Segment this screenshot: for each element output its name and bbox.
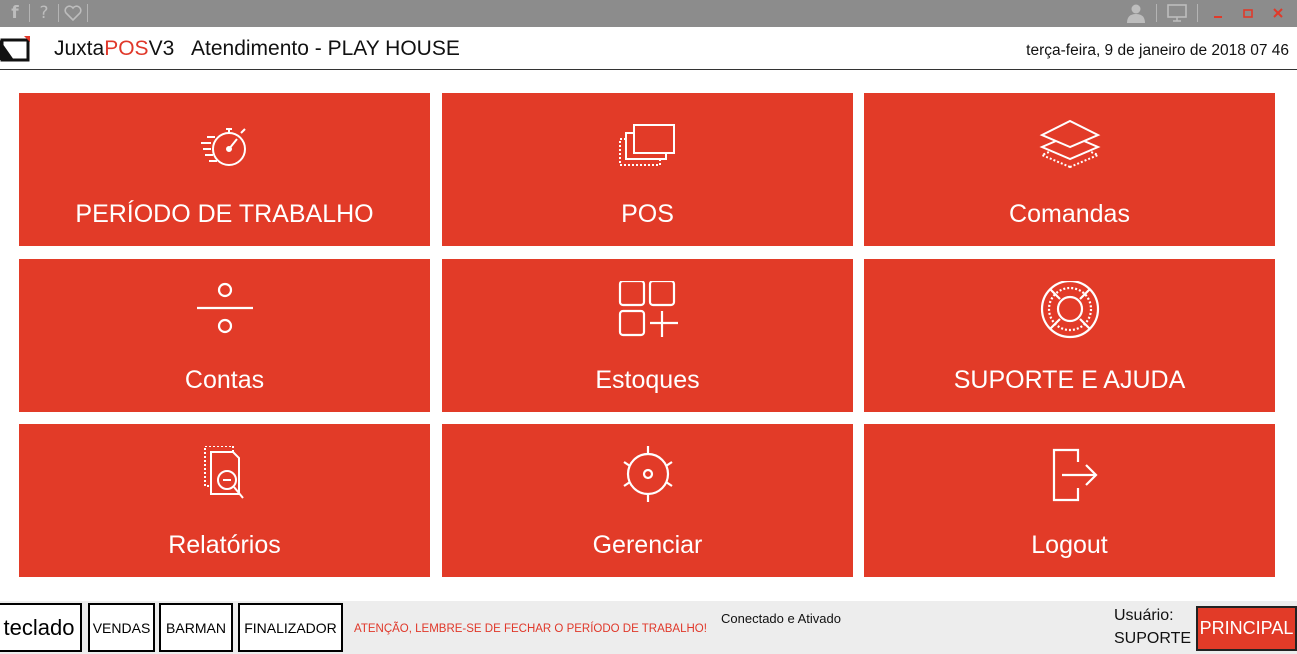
layered-pages-icon: [618, 124, 675, 166]
tile-suporte-e-ajuda[interactable]: SUPORTE E AJUDA: [864, 259, 1275, 412]
tile-label: Logout: [1031, 531, 1108, 559]
monitor-icon[interactable]: [1162, 2, 1192, 24]
divide-icon: [196, 282, 253, 334]
titlebar-separator: [29, 4, 30, 22]
app-header: JuxtaPOSV3 Atendimento - PLAY HOUSE terç…: [0, 27, 1297, 70]
tile-contas[interactable]: Contas: [19, 259, 430, 412]
tile-label: Gerenciar: [592, 531, 703, 559]
brand-accent: POS: [104, 37, 149, 60]
heart-icon[interactable]: [64, 3, 82, 23]
connection-status: Conectado e Ativado: [721, 611, 841, 626]
tile-label: PERÍODO DE TRABALHO: [75, 200, 374, 228]
maximize-icon[interactable]: [1233, 2, 1263, 24]
barman-button[interactable]: BARMAN: [159, 603, 233, 652]
tile-label: Relatórios: [168, 531, 281, 559]
grid-add-icon: [618, 281, 678, 337]
tile-gerenciar[interactable]: Gerenciar: [442, 424, 853, 577]
teclado-button[interactable]: teclado: [0, 603, 82, 652]
facebook-icon[interactable]: f: [6, 3, 24, 23]
logout-icon: [1052, 448, 1098, 502]
titlebar-left-tools: f ?: [6, 2, 93, 24]
layers-icon: [1038, 119, 1101, 169]
lifebuoy-icon: [1040, 281, 1099, 339]
tile-label: POS: [621, 200, 674, 228]
window-titlebar: f ?: [0, 0, 1297, 27]
tile-label: Comandas: [1009, 200, 1130, 228]
vendas-button[interactable]: VENDAS: [88, 603, 155, 652]
stopwatch-icon: [200, 128, 246, 166]
principal-button[interactable]: PRINCIPAL: [1196, 606, 1297, 651]
user-name: SUPORTE: [1114, 630, 1192, 647]
titlebar-separator: [1156, 4, 1157, 22]
warning-message: ATENÇÃO, LEMBRE-SE DE FECHAR O PERÍODO D…: [354, 623, 707, 635]
tile-label: Contas: [184, 366, 265, 394]
titlebar-separator: [87, 4, 88, 22]
tile-logout[interactable]: Logout: [864, 424, 1275, 577]
header-datetime: terça-feira, 9 de janeiro de 2018 07 46: [1026, 42, 1289, 59]
minimize-icon[interactable]: [1203, 2, 1233, 24]
status-bar: teclado VENDAS BARMAN FINALIZADOR ATENÇÃ…: [0, 601, 1297, 654]
titlebar-separator: [1197, 4, 1198, 22]
brand-suffix: V3: [148, 37, 175, 60]
brand-prefix: Juxta: [54, 37, 105, 60]
tile-label: SUPORTE E AJUDA: [953, 366, 1186, 394]
tile-comandas[interactable]: Comandas: [864, 93, 1275, 246]
finalizador-button[interactable]: FINALIZADOR: [238, 603, 343, 652]
close-icon[interactable]: [1263, 2, 1293, 24]
user-label: Usuário:: [1114, 607, 1174, 624]
titlebar-right-tools: [1121, 2, 1293, 24]
app-name: JuxtaPOSV3: [54, 37, 174, 61]
app-logo-icon: [0, 36, 30, 62]
titlebar-separator: [58, 4, 59, 22]
report-search-icon: [203, 446, 244, 499]
user-icon[interactable]: [1121, 2, 1151, 24]
tile-periodo-de-trabalho[interactable]: PERÍODO DE TRABALHO: [19, 93, 430, 246]
tile-label: Estoques: [595, 366, 700, 394]
page-title: Atendimento - PLAY HOUSE: [191, 37, 460, 60]
tile-pos[interactable]: POS: [442, 93, 853, 246]
tile-estoques[interactable]: Estoques: [442, 259, 853, 412]
help-icon[interactable]: ?: [35, 3, 53, 23]
target-gear-icon: [622, 446, 673, 502]
tile-relatorios[interactable]: Relatórios: [19, 424, 430, 577]
